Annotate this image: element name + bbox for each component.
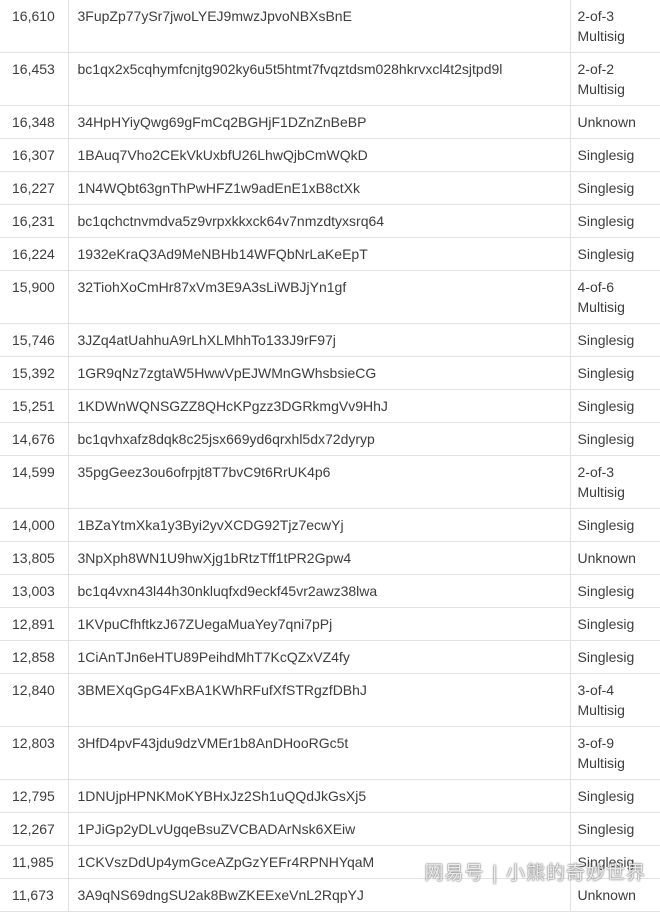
type-cell: 2-of-2 Multisig [570,52,660,106]
type-cell: Unknown [570,541,660,575]
address-cell: 3NpXph8WN1U9hwXjg1bRtzTff1tPR2Gpw4 [68,541,571,575]
balance-cell: 12,267 [0,812,69,846]
type-cell: 3-of-4 Multisig [570,673,660,727]
table-row: 15,392 1GR9qNz7zgtaW5HwwVpEJWMnGWhsbsieCG… [0,356,660,390]
type-cell: 3-of-9 Multisig [570,726,660,780]
balance-cell: 12,858 [0,640,69,674]
table-row: 16,348 34HpHYiyQwg69gFmCq2BGHjF1DZnZnBeBP… [0,105,660,139]
address-cell: 1BZaYtmXka1y3Byi2yvXCDG92Tjz7ecwYj [68,508,571,542]
type-cell: Singlesig [570,389,660,423]
table-row: 16,610 3FupZp77ySr7jwoLYEJ9mwzJpvoNBXsBnE… [0,0,660,53]
table-row: 16,231 bc1qchctnvmdva5z9vrpxkkxck64v7nmzd… [0,204,660,238]
address-cell: 1N4WQbt63gnThPwHFZ1w9adEnE1xB8ctXk [68,171,571,205]
type-cell: 4-of-6 Multisig [570,270,660,324]
address-cell: 3HfD4pvF43jdu9dzVMEr1b8AnDHooRGc5t [68,726,571,780]
address-cell: 1DNUjpHPNKMoKYBHxJz2Sh1uQQdJkGsXj5 [68,779,571,813]
table-row: 16,453 bc1qx2x5cqhymfcnjtg902ky6u5t5htmt7… [0,52,660,106]
table-row: 14,599 35pgGeez3ou6ofrpjt8T7bvC9t6RrUK4p6… [0,455,660,509]
address-cell: 1BAuq7Vho2CEkVkUxbfU26LhwQjbCmWQkD [68,138,571,172]
address-cell: 3BMEXqGpG4FxBA1KWhRFufXfSTRgzfDBhJ [68,673,571,727]
address-cell: 1GR9qNz7zgtaW5HwwVpEJWMnGWhsbsieCG [68,356,571,390]
balance-cell: 14,599 [0,455,69,509]
type-cell: Singlesig [570,356,660,390]
address-cell: bc1qchctnvmdva5z9vrpxkkxck64v7nmzdtyxsrq… [68,204,571,238]
table-row: 15,746 3JZq4atUahhuA9rLhXLMhhTo133J9rF97j… [0,323,660,357]
address-cell: 1932eKraQ3Ad9MeNBHb14WFQbNrLaKeEpT [68,237,571,271]
balance-cell: 16,610 [0,0,69,53]
balance-cell: 15,900 [0,270,69,324]
table-row: 16,307 1BAuq7Vho2CEkVkUxbfU26LhwQjbCmWQkD… [0,138,660,172]
address-cell: 1CiAnTJn6eHTU89PeihdMhT7KcQZxVZ4fy [68,640,571,674]
balance-cell: 13,805 [0,541,69,575]
balance-cell: 11,673 [0,878,69,912]
address-cell: bc1q4vxn43l44h30nkluqfxd9eckf45vr2awz38l… [68,574,571,608]
type-cell: Singlesig [570,607,660,641]
balance-cell: 16,307 [0,138,69,172]
balance-cell: 15,251 [0,389,69,423]
balance-cell: 16,227 [0,171,69,205]
type-cell: Singlesig [570,574,660,608]
type-cell: Singlesig [570,237,660,271]
balance-cell: 14,000 [0,508,69,542]
address-cell: 1PJiGp2yDLvUgqeBsuZVCBADArNsk6XEiw [68,812,571,846]
address-cell: 3FupZp77ySr7jwoLYEJ9mwzJpvoNBXsBnE [68,0,571,53]
balance-cell: 12,795 [0,779,69,813]
table-body: 16,610 3FupZp77ySr7jwoLYEJ9mwzJpvoNBXsBnE… [0,0,660,912]
balance-cell: 16,231 [0,204,69,238]
balance-cell: 11,985 [0,845,69,879]
type-cell: Singlesig [570,779,660,813]
balance-cell: 12,840 [0,673,69,727]
address-cell: 3JZq4atUahhuA9rLhXLMhhTo133J9rF97j [68,323,571,357]
balance-cell: 16,453 [0,52,69,106]
address-cell: bc1qx2x5cqhymfcnjtg902ky6u5t5htmt7fvqztd… [68,52,571,106]
table-row: 16,224 1932eKraQ3Ad9MeNBHb14WFQbNrLaKeEpT… [0,237,660,271]
type-cell: Singlesig [570,640,660,674]
table-row: 16,227 1N4WQbt63gnThPwHFZ1w9adEnE1xB8ctXk… [0,171,660,205]
type-cell: Singlesig [570,422,660,456]
table-row: 14,000 1BZaYtmXka1y3Byi2yvXCDG92Tjz7ecwYj… [0,508,660,542]
bitcoin-address-table: 16,610 3FupZp77ySr7jwoLYEJ9mwzJpvoNBXsBnE… [0,0,660,912]
table-row: 12,858 1CiAnTJn6eHTU89PeihdMhT7KcQZxVZ4fy… [0,640,660,674]
address-cell: 35pgGeez3ou6ofrpjt8T7bvC9t6RrUK4p6 [68,455,571,509]
table-row: 14,676 bc1qvhxafz8dqk8c25jsx669yd6qrxhl5d… [0,422,660,456]
table-row: 13,805 3NpXph8WN1U9hwXjg1bRtzTff1tPR2Gpw4… [0,541,660,575]
table-row: 12,803 3HfD4pvF43jdu9dzVMEr1b8AnDHooRGc5t… [0,726,660,780]
table-row: 12,891 1KVpuCfhftkzJ67ZUegaMuaYey7qni7pPj… [0,607,660,641]
address-cell: 34HpHYiyQwg69gFmCq2BGHjF1DZnZnBeBP [68,105,571,139]
type-cell: Singlesig [570,323,660,357]
table-row: 15,251 1KDWnWQNSGZZ8QHcKPgzz3DGRkmgVv9HhJ… [0,389,660,423]
type-cell: Singlesig [570,204,660,238]
address-cell: bc1qvhxafz8dqk8c25jsx669yd6qrxhl5dx72dyr… [68,422,571,456]
table-row: 13,003 bc1q4vxn43l44h30nkluqfxd9eckf45vr2… [0,574,660,608]
type-cell: 2-of-3 Multisig [570,0,660,53]
type-cell: Singlesig [570,508,660,542]
balance-cell: 12,803 [0,726,69,780]
type-cell: Singlesig [570,812,660,846]
balance-cell: 13,003 [0,574,69,608]
address-cell: 1KVpuCfhftkzJ67ZUegaMuaYey7qni7pPj [68,607,571,641]
table-row: 15,900 32TiohXoCmHr87xVm3E9A3sLiWBJjYn1gf… [0,270,660,324]
table-row: 12,840 3BMEXqGpG4FxBA1KWhRFufXfSTRgzfDBhJ… [0,673,660,727]
watermark: 网易号 | 小熊的奇妙世界 [424,862,646,884]
balance-cell: 16,224 [0,237,69,271]
address-cell: 1KDWnWQNSGZZ8QHcKPgzz3DGRkmgVv9HhJ [68,389,571,423]
balance-cell: 15,392 [0,356,69,390]
address-cell: 32TiohXoCmHr87xVm3E9A3sLiWBJjYn1gf [68,270,571,324]
balance-cell: 15,746 [0,323,69,357]
type-cell: Singlesig [570,138,660,172]
type-cell: Unknown [570,105,660,139]
type-cell: 2-of-3 Multisig [570,455,660,509]
table-row: 12,267 1PJiGp2yDLvUgqeBsuZVCBADArNsk6XEiw… [0,812,660,846]
type-cell: Singlesig [570,171,660,205]
balance-cell: 16,348 [0,105,69,139]
balance-cell: 14,676 [0,422,69,456]
balance-cell: 12,891 [0,607,69,641]
table-row: 12,795 1DNUjpHPNKMoKYBHxJz2Sh1uQQdJkGsXj5… [0,779,660,813]
